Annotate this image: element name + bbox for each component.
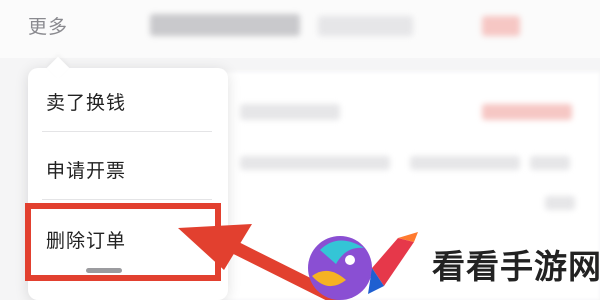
kankan-logo-icon (308, 232, 418, 300)
watermark-text: 看看手游网 (432, 247, 600, 286)
